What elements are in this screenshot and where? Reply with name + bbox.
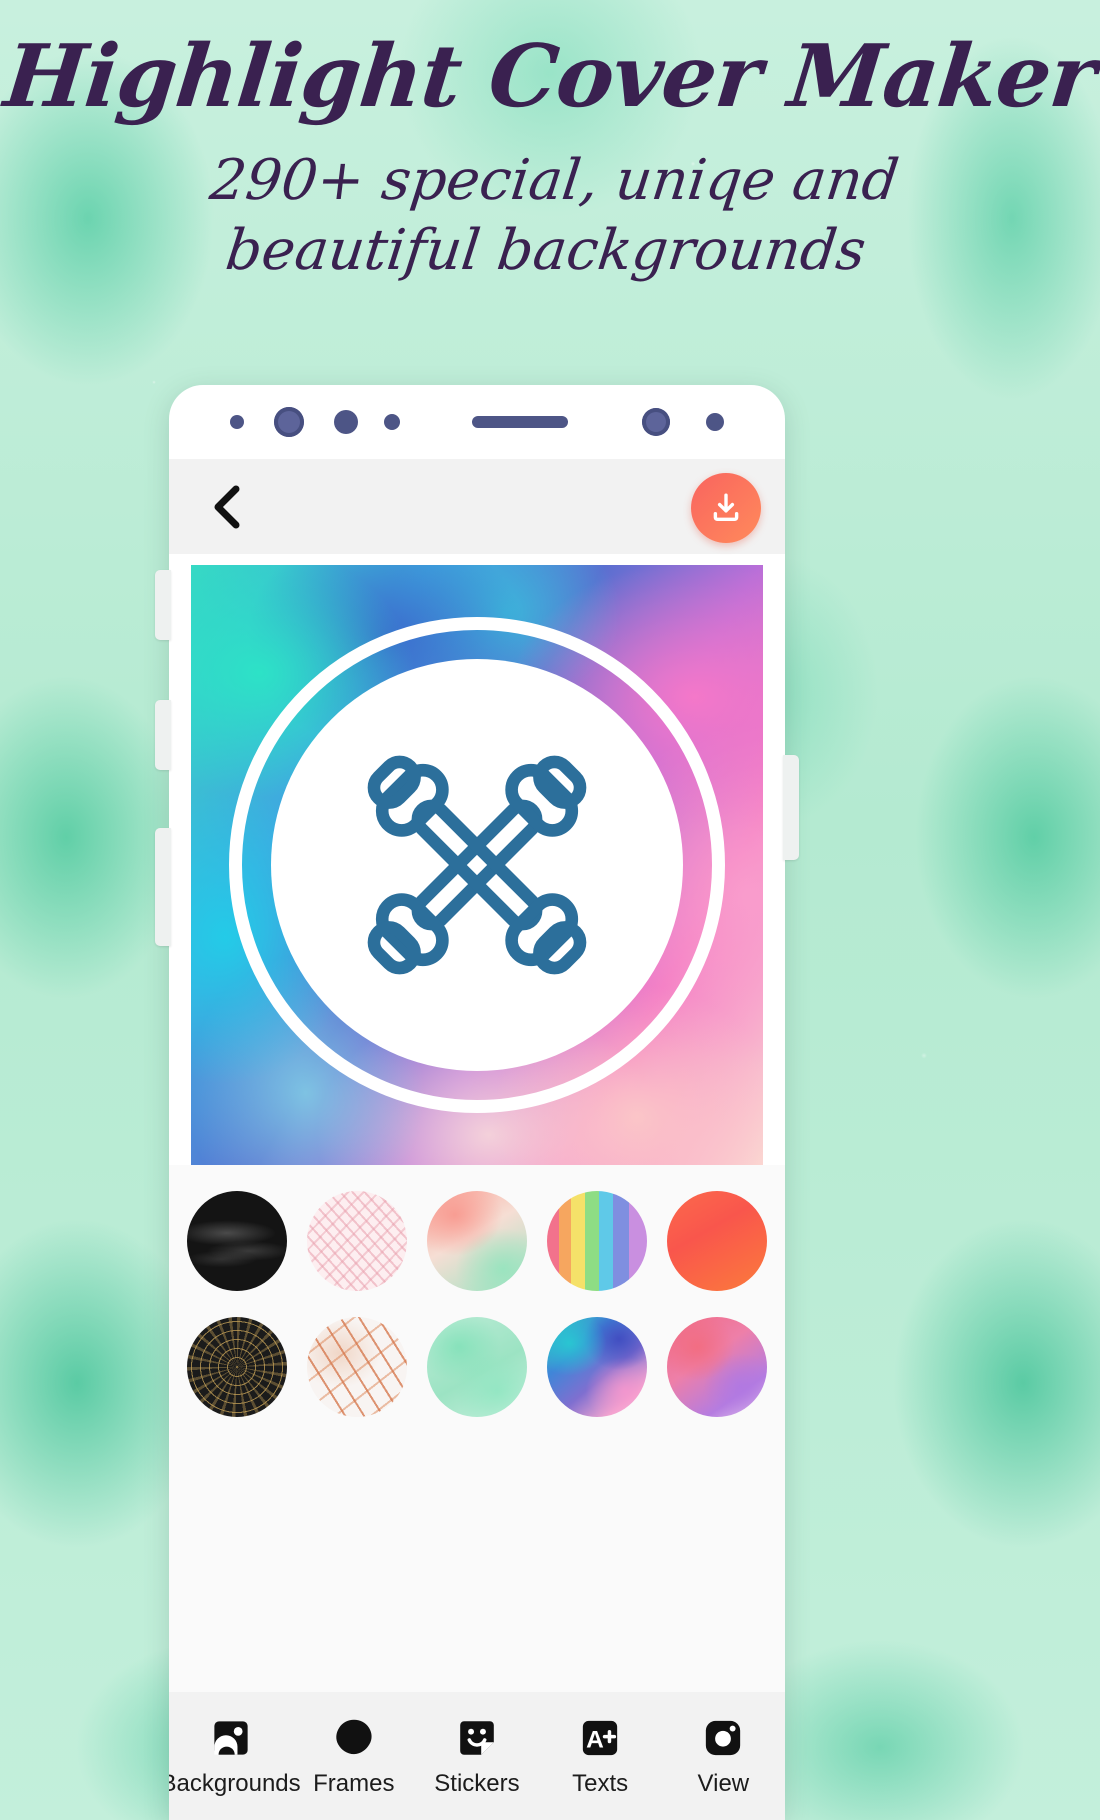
nav-label-backgrounds: Backgrounds: [169, 1769, 301, 1797]
dumbbells-icon: [367, 755, 587, 975]
phone-sensor-strip: [169, 385, 785, 459]
sensor-dot-small-3: [706, 413, 724, 431]
background-thumb-rainbow-stripes[interactable]: [547, 1191, 647, 1291]
nav-item-backgrounds[interactable]: Backgrounds: [169, 1715, 301, 1798]
phone-side-button-power[interactable]: [155, 828, 171, 946]
page-title: Highlight Cover Maker: [0, 26, 1100, 127]
background-thumb-black-gold-mandala[interactable]: [187, 1317, 287, 1417]
sensor-dot-small-2: [384, 414, 400, 430]
download-button[interactable]: [691, 473, 761, 543]
image-icon: [208, 1715, 254, 1761]
nav-item-texts[interactable]: A Texts: [540, 1715, 660, 1798]
bottom-navigation: Backgrounds Frames Stickers A Texts View: [169, 1692, 785, 1820]
promo-subtitle-line-1: 290+ special, uniqe and: [206, 148, 903, 213]
nav-label-view: View: [697, 1769, 750, 1797]
nav-item-view[interactable]: View: [663, 1715, 783, 1798]
background-thumb-pink-lace[interactable]: [307, 1191, 407, 1291]
nav-item-frames[interactable]: Frames: [294, 1715, 414, 1798]
sensor-camera-right: [642, 408, 670, 436]
sticker-face-icon: [454, 1715, 500, 1761]
background-thumb-mint-watercolor[interactable]: [427, 1317, 527, 1417]
phone-side-button-right[interactable]: [783, 755, 799, 860]
sensor-dot-small-1: [230, 415, 244, 429]
nav-label-texts: Texts: [572, 1769, 629, 1797]
front-camera-icon: [274, 407, 304, 437]
backgrounds-picker-sheet: Backgrounds Frames Stickers A Texts View: [169, 1165, 785, 1820]
sensor-dot-medium: [334, 410, 358, 434]
backgrounds-row-2: [169, 1317, 785, 1417]
background-thumb-rose-gold-marble[interactable]: [307, 1317, 407, 1417]
editor-canvas[interactable]: [191, 565, 763, 1165]
background-thumb-peach-mint-watercolor[interactable]: [427, 1191, 527, 1291]
background-thumb-teal-pink-watercolor[interactable]: [547, 1317, 647, 1417]
instagram-camera-icon: [700, 1715, 746, 1761]
background-thumb-pink-purple-watercolor[interactable]: [667, 1317, 767, 1417]
background-thumb-orange-gradient[interactable]: [667, 1191, 767, 1291]
backgrounds-row-1: [169, 1191, 785, 1291]
chevron-left-icon: [214, 485, 240, 528]
nav-item-stickers[interactable]: Stickers: [417, 1715, 537, 1798]
earpiece-speaker: [472, 416, 568, 428]
background-thumb-charcoal-chalk[interactable]: [187, 1191, 287, 1291]
phone-mockup: Backgrounds Frames Stickers A Texts View: [169, 385, 785, 1820]
nav-label-stickers: Stickers: [434, 1769, 520, 1797]
phone-side-button-volume-down[interactable]: [155, 700, 171, 770]
promo-subtitle: 290+ special, uniqe and beautiful backgr…: [0, 146, 1100, 286]
promo-headline: Highlight Cover Maker 290+ special, uniq…: [0, 26, 1100, 286]
text-a-plus-icon: A: [577, 1715, 623, 1761]
blob-frame-icon: [331, 1715, 377, 1761]
nav-label-frames: Frames: [313, 1769, 395, 1797]
canvas-frame-disc: [271, 659, 683, 1071]
phone-side-button-volume-up[interactable]: [155, 570, 171, 640]
app-toolbar: [169, 459, 785, 554]
download-icon: [713, 493, 739, 522]
promo-subtitle-line-2: beautiful backgrounds: [222, 218, 870, 283]
svg-text:A: A: [586, 1726, 604, 1753]
back-button[interactable]: [199, 479, 255, 535]
